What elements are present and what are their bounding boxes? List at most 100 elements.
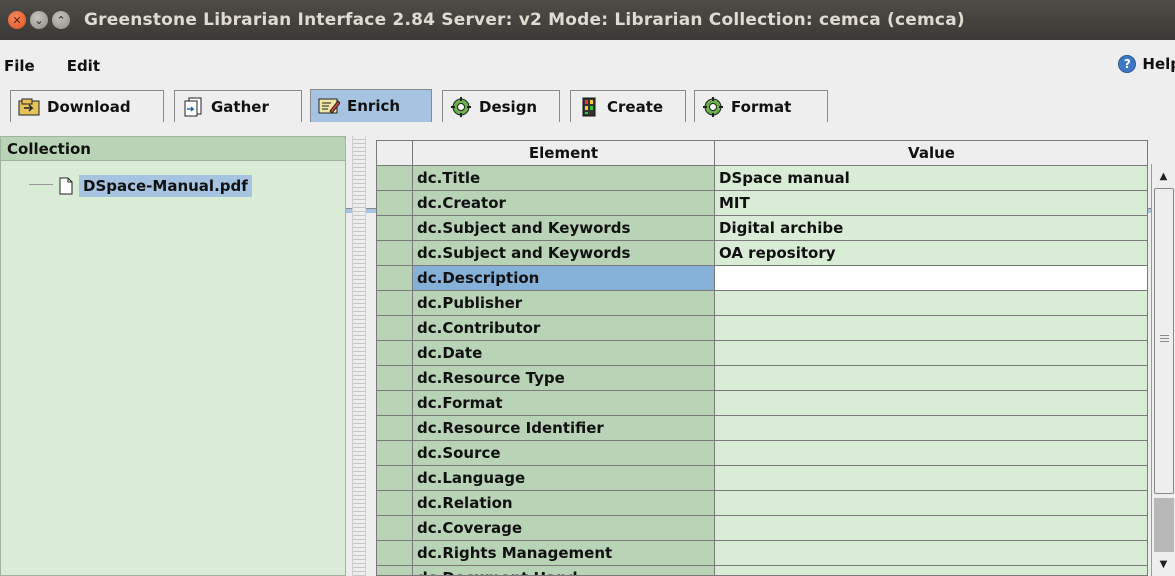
- maximize-window-button[interactable]: ⌃: [52, 11, 70, 29]
- row-handle: [377, 291, 413, 316]
- menu-file[interactable]: File: [4, 57, 35, 75]
- row-handle: [377, 341, 413, 366]
- value-cell[interactable]: [715, 441, 1147, 466]
- scroll-down-arrow-icon[interactable]: ▼: [1152, 554, 1175, 574]
- column-header-element[interactable]: Element: [413, 141, 715, 166]
- value-cell[interactable]: [715, 266, 1147, 291]
- element-cell[interactable]: dc.Rights Management: [413, 541, 715, 566]
- tab-label: Design: [479, 97, 538, 116]
- element-cell[interactable]: dc.Date: [413, 341, 715, 366]
- element-cell[interactable]: dc.Contributor: [413, 316, 715, 341]
- tab-strip: Download Gather Enrich Design Create For…: [0, 86, 1175, 213]
- table-row[interactable]: dc.Subject and Keywords Digital archibe: [377, 216, 1147, 241]
- enrich-icon: [317, 96, 341, 116]
- element-cell[interactable]: dc.Format: [413, 391, 715, 416]
- table-row[interactable]: dc.Document Hand: [377, 566, 1147, 575]
- minimize-window-button[interactable]: ⌄: [30, 11, 48, 29]
- collection-header: Collection: [1, 137, 345, 161]
- table-row[interactable]: dc.Language: [377, 466, 1147, 491]
- tree-file-node[interactable]: DSpace-Manual.pdf: [29, 175, 252, 197]
- element-cell[interactable]: dc.Language: [413, 466, 715, 491]
- value-cell[interactable]: [715, 516, 1147, 541]
- value-cell[interactable]: Digital archibe: [715, 216, 1147, 241]
- table-row[interactable]: dc.Creator MIT: [377, 191, 1147, 216]
- help-icon: ?: [1118, 55, 1137, 73]
- row-handle: [377, 466, 413, 491]
- tab-enrich[interactable]: Enrich: [310, 89, 432, 122]
- value-cell[interactable]: [715, 566, 1147, 575]
- value-cell[interactable]: [715, 291, 1147, 316]
- value-cell[interactable]: [715, 466, 1147, 491]
- scroll-up-arrow-icon[interactable]: ▲: [1152, 166, 1175, 186]
- value-cell[interactable]: [715, 391, 1147, 416]
- metadata-table: Element Value dc.Title DSpace manual dc.Cr…: [376, 140, 1148, 576]
- table-header-row: Element Value: [377, 141, 1147, 166]
- gear-icon: [449, 96, 473, 117]
- tab-design[interactable]: Design: [442, 90, 560, 122]
- row-handle: [377, 516, 413, 541]
- row-handle: [377, 491, 413, 516]
- value-cell[interactable]: OA repository: [715, 241, 1147, 266]
- table-row[interactable]: dc.Relation: [377, 491, 1147, 516]
- value-cell[interactable]: [715, 341, 1147, 366]
- row-handle: [377, 366, 413, 391]
- element-cell[interactable]: dc.Source: [413, 441, 715, 466]
- value-cell[interactable]: [715, 316, 1147, 341]
- table-row[interactable]: dc.Format: [377, 391, 1147, 416]
- table-scrollbar[interactable]: ▲ ▼: [1151, 164, 1175, 576]
- tab-label: Gather: [211, 97, 269, 116]
- row-handle: [377, 316, 413, 341]
- file-icon: [59, 177, 73, 195]
- value-cell[interactable]: [715, 416, 1147, 441]
- window-title: Greenstone Librarian Interface 2.84 Serv…: [84, 10, 965, 30]
- column-header-value[interactable]: Value: [715, 141, 1147, 166]
- scroll-track[interactable]: [1154, 498, 1174, 552]
- table-row[interactable]: dc.Date: [377, 341, 1147, 366]
- menu-edit[interactable]: Edit: [67, 57, 100, 75]
- table-row[interactable]: dc.Description: [377, 266, 1147, 291]
- table-row[interactable]: dc.Subject and Keywords OA repository: [377, 241, 1147, 266]
- element-cell[interactable]: dc.Coverage: [413, 516, 715, 541]
- header-spacer: [377, 141, 413, 166]
- file-name[interactable]: DSpace-Manual.pdf: [79, 175, 252, 197]
- tab-create[interactable]: Create: [570, 90, 686, 122]
- tab-download[interactable]: Download: [10, 90, 164, 122]
- download-icon: [17, 97, 41, 117]
- value-cell[interactable]: [715, 366, 1147, 391]
- element-cell[interactable]: dc.Subject and Keywords: [413, 241, 715, 266]
- table-row[interactable]: dc.Rights Management: [377, 541, 1147, 566]
- table-row[interactable]: dc.Title DSpace manual: [377, 166, 1147, 191]
- element-cell[interactable]: dc.Resource Type: [413, 366, 715, 391]
- tab-gather[interactable]: Gather: [174, 90, 302, 122]
- table-row[interactable]: dc.Source: [377, 441, 1147, 466]
- table-row[interactable]: dc.Resource Identifier: [377, 416, 1147, 441]
- element-cell[interactable]: dc.Resource Identifier: [413, 416, 715, 441]
- split-pane-divider[interactable]: [352, 136, 366, 576]
- row-handle: [377, 266, 413, 291]
- table-row[interactable]: dc.Resource Type: [377, 366, 1147, 391]
- gather-icon: [181, 97, 205, 117]
- value-cell[interactable]: DSpace manual: [715, 166, 1147, 191]
- element-cell[interactable]: dc.Document Hand: [413, 566, 715, 575]
- element-cell[interactable]: dc.Creator: [413, 191, 715, 216]
- table-row[interactable]: dc.Publisher: [377, 291, 1147, 316]
- value-cell[interactable]: [715, 491, 1147, 516]
- element-cell[interactable]: dc.Title: [413, 166, 715, 191]
- table-row[interactable]: dc.Coverage: [377, 516, 1147, 541]
- tab-label: Download: [47, 97, 131, 116]
- value-cell[interactable]: MIT: [715, 191, 1147, 216]
- element-cell[interactable]: dc.Description: [413, 266, 715, 291]
- close-window-button[interactable]: ✕: [8, 11, 26, 29]
- menu-bar: File Edit ? Help: [0, 52, 1175, 80]
- tab-format[interactable]: Format: [694, 90, 828, 122]
- row-handle: [377, 566, 413, 575]
- scroll-thumb[interactable]: [1154, 188, 1174, 494]
- element-cell[interactable]: dc.Publisher: [413, 291, 715, 316]
- row-handle: [377, 441, 413, 466]
- table-row[interactable]: dc.Contributor: [377, 316, 1147, 341]
- row-handle: [377, 541, 413, 566]
- value-cell[interactable]: [715, 541, 1147, 566]
- help-menu[interactable]: ? Help: [1118, 55, 1175, 73]
- element-cell[interactable]: dc.Relation: [413, 491, 715, 516]
- element-cell[interactable]: dc.Subject and Keywords: [413, 216, 715, 241]
